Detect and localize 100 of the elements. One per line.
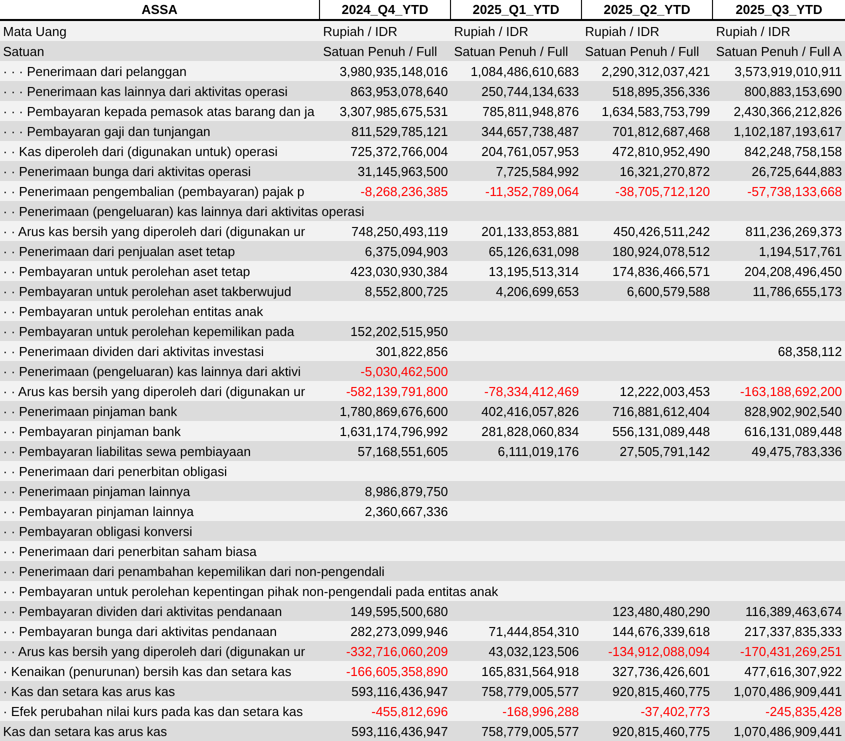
table-cell: 165,831,564,918 (481, 664, 579, 678)
table-cell: 811,529,785,121 (351, 124, 448, 138)
table-cell: 144,676,339,618 (612, 624, 710, 638)
row-label: · · Penerimaan dari penerbitan saham biasa (2, 544, 258, 558)
table-cell: 863,953,078,640 (350, 84, 448, 98)
table-cell: -78,334,412,469 (484, 384, 579, 398)
table-cell: 65,126,631,098 (488, 244, 579, 258)
table-cell: 725,372,766,004 (350, 144, 448, 158)
table-cell: 11,786,655,173 (752, 284, 842, 298)
table-cell: 1,631,174,796,992 (340, 424, 448, 438)
row-label: · · Pembayaran pinjaman bank (2, 424, 182, 438)
table-cell: 1,070,486,909,441 (734, 684, 842, 698)
table-cell: Satuan Penuh / Full (323, 44, 438, 58)
table-cell: 180,924,078,512 (612, 244, 710, 258)
table-cell: -37,402,773 (640, 704, 710, 718)
column-header: 2025_Q1_YTD (451, 0, 582, 19)
table-cell: 4,206,699,653 (496, 284, 579, 298)
table-cell: 2,290,312,037,421 (602, 64, 710, 78)
table-cell: 842,248,758,158 (744, 144, 842, 158)
row-label: · · Pembayaran untuk perolehan entitas anak (2, 304, 264, 318)
table-cell: Rupiah / IDR (323, 24, 398, 38)
row-label: · · Pembayaran bunga dari aktivitas pendanaan (2, 624, 278, 638)
table-cell: 16,321,270,872 (620, 164, 710, 178)
table-cell: 281,828,060,834 (481, 424, 579, 438)
row-label: · · Penerimaan (pengeluaran) kas lainnya dari aktivitas operasi (2, 204, 366, 218)
table-cell: 152,202,515,950 (350, 324, 448, 338)
column-header: ASSA (0, 0, 320, 19)
row-label: · · Kas diperoleh dari (digunakan untuk) operasi (2, 144, 279, 158)
table-cell: Satuan Penuh / Full (585, 44, 700, 58)
table-cell: 1,070,486,909,441 (734, 724, 842, 738)
table-cell: -166,605,358,890 (346, 664, 448, 678)
table-cell: 27,505,791,142 (620, 444, 710, 458)
table-cell: 748,250,493,119 (351, 224, 448, 238)
table-cell: 402,416,057,826 (481, 404, 579, 418)
table-cell: 423,030,930,384 (350, 264, 448, 278)
table-cell: 556,131,089,448 (612, 424, 710, 438)
row-label: · · Pembayaran obligasi konversi (2, 524, 194, 538)
column-header: 2024_Q4_YTD (320, 0, 451, 19)
row-label: · · · Penerimaan dari pelanggan (2, 64, 188, 78)
table-cell: 2,430,366,212,826 (734, 104, 842, 118)
table-cell: 204,761,057,953 (481, 144, 579, 158)
table-cell: -455,812,696 (371, 704, 448, 718)
table-cell: 282,273,099,946 (350, 624, 448, 638)
table-cell: 518,895,356,336 (612, 84, 710, 98)
table-cell: 327,736,426,601 (612, 664, 710, 678)
table-cell: -8,268,236,385 (360, 184, 448, 198)
table-cell: 3,307,985,675,531 (340, 104, 448, 118)
table-cell: 301,822,856 (376, 344, 448, 358)
row-label: · · Pembayaran untuk perolehan kepentingan pihak non-pengendali pada entitas anak (2, 584, 500, 598)
table-cell: 1,102,187,193,617 (734, 124, 842, 138)
column-header: 2025_Q3_YTD (734, 1, 824, 19)
table-cell: 472,810,952,490 (612, 144, 710, 158)
row-label: · · Penerimaan pengembalian (pembayaran) pajak p (2, 184, 306, 198)
table-cell: 3,980,935,148,016 (340, 64, 448, 78)
table-cell: 701,812,687,468 (612, 124, 710, 138)
table-cell: -134,912,088,094 (608, 644, 710, 658)
table-cell: 593,116,436,947 (351, 684, 448, 698)
table-cell: 123,480,480,290 (612, 604, 710, 618)
table-cell: 116,389,463,674 (745, 604, 842, 618)
row-label: · · Penerimaan pinjaman bank (2, 404, 178, 418)
table-cell: 201,133,853,881 (481, 224, 579, 238)
row-label: · · Pembayaran untuk perolehan kepemilikan pada (2, 324, 296, 338)
row-label: · Kenaikan (penurunan) bersih kas dan setara kas (2, 664, 292, 678)
row-label: · Efek perubahan nilai kurs pada kas dan setara kas (2, 704, 304, 718)
table-cell: Rupiah / IDR (585, 24, 660, 38)
table-cell: Rupiah / IDR (454, 24, 528, 38)
table-cell: 3,573,919,010,911 (734, 64, 842, 78)
row-label: · · Penerimaan (pengeluaran) kas lainnya dari aktivi (2, 364, 302, 378)
table-cell: 149,595,500,680 (350, 604, 448, 618)
table-cell: -168,996,288 (502, 704, 579, 718)
table-cell: 12,222,003,453 (620, 384, 710, 398)
table-cell: -170,431,269,251 (740, 644, 842, 658)
table-cell: -245,835,428 (765, 704, 842, 718)
table-cell: 217,337,835,333 (744, 624, 842, 638)
table-cell: 920,815,460,775 (612, 684, 710, 698)
table-cell: 344,657,738,487 (481, 124, 579, 138)
table-cell: 250,744,134,633 (481, 84, 579, 98)
table-cell: Satuan Penuh / Full A (716, 44, 842, 58)
table-cell: 8,552,800,725 (364, 284, 448, 298)
table-cell: 6,375,094,903 (364, 244, 448, 258)
row-label: · · Pembayaran dividen dari aktivitas pendanaan (2, 604, 283, 618)
row-label: · · · Pembayaran kepada pemasok atas barang dan ja (2, 104, 316, 118)
table-cell: 716,881,612,404 (612, 404, 710, 418)
table-cell: 13,195,513,314 (488, 264, 579, 278)
table-cell: 6,600,579,588 (626, 284, 710, 298)
table-cell: 758,779,005,577 (481, 684, 579, 698)
table-cell: 43,032,123,506 (488, 644, 579, 658)
table-cell: -332,716,060,209 (346, 644, 448, 658)
row-label: · · Penerimaan dari penjualan aset tetap (2, 244, 236, 258)
table-cell: 6,111,019,176 (498, 444, 579, 458)
table-cell: 204,208,496,450 (744, 264, 842, 278)
table-cell: 8,986,879,750 (364, 484, 448, 498)
table-cell: -5,030,462,500 (360, 364, 448, 378)
table-cell: 800,883,153,690 (744, 84, 842, 98)
row-label: · · Pembayaran pinjaman lainnya (2, 504, 195, 518)
row-label: · · Penerimaan dari penerbitan obligasi (2, 464, 228, 478)
row-label: Mata Uang (2, 24, 68, 38)
table-cell: 828,902,902,540 (744, 404, 842, 418)
table-cell: 71,444,854,310 (488, 624, 579, 638)
row-label: · · Pembayaran untuk perolehan aset tetap (2, 264, 252, 278)
